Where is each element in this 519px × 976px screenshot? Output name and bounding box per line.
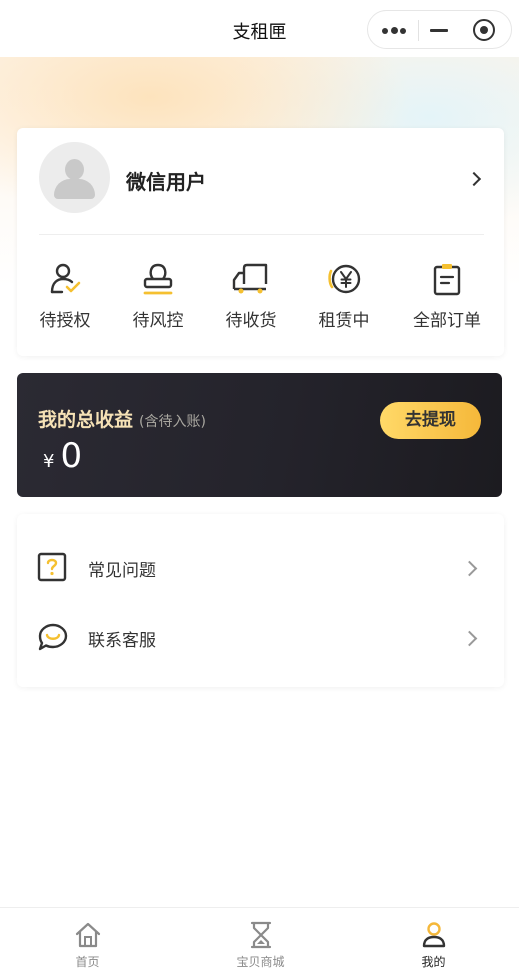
order-label: 全部订单 bbox=[413, 311, 481, 331]
menu-card: 常见问题 联系客服 bbox=[17, 514, 504, 687]
home-icon bbox=[75, 922, 100, 948]
earnings-title-text: 我的总收益 bbox=[38, 409, 134, 431]
tab-label: 我的 bbox=[421, 955, 446, 969]
hourglass-icon bbox=[250, 921, 271, 949]
tab-home[interactable]: 首页 bbox=[1, 908, 174, 976]
truck-icon bbox=[232, 263, 268, 294]
chevron-right-icon[interactable] bbox=[466, 171, 482, 187]
tab-shop[interactable]: 宝贝商城 bbox=[174, 908, 347, 976]
earnings-value: 0 bbox=[60, 436, 83, 476]
order-label: 待授权 bbox=[39, 311, 91, 331]
order-label: 待风控 bbox=[132, 311, 184, 331]
tab-mine[interactable]: 我的 bbox=[347, 908, 519, 976]
chevron-right-icon bbox=[461, 560, 478, 577]
menu-item-label: 联系客服 bbox=[88, 631, 156, 651]
clipboard-icon bbox=[433, 264, 461, 296]
user-check-icon bbox=[50, 263, 81, 294]
order-pending-receipt[interactable]: 待收货 bbox=[206, 262, 296, 331]
menu-item-contact-support[interactable]: 联系客服 bbox=[17, 606, 504, 666]
capsule-divider bbox=[418, 20, 419, 41]
earnings-subtitle: (含待入账) bbox=[139, 414, 206, 430]
order-label: 租赁中 bbox=[318, 311, 370, 331]
menu-item-faq[interactable]: 常见问题 bbox=[17, 536, 504, 596]
user-name[interactable]: 微信用户 bbox=[126, 166, 206, 195]
earnings-card: 我的总收益 (含待入账) ¥0 去提现 bbox=[17, 373, 502, 497]
order-pending-risk[interactable]: 待风控 bbox=[113, 262, 203, 331]
stamp-icon bbox=[143, 263, 173, 295]
earnings-title: 我的总收益 (含待入账) bbox=[38, 405, 206, 432]
minimize-icon[interactable] bbox=[430, 29, 448, 32]
question-icon bbox=[37, 552, 67, 582]
divider bbox=[39, 234, 484, 235]
close-target-icon[interactable] bbox=[473, 19, 495, 41]
currency-symbol: ¥ bbox=[43, 451, 55, 472]
chat-icon bbox=[38, 623, 68, 651]
avatar[interactable] bbox=[39, 142, 110, 213]
yen-coin-icon bbox=[328, 264, 361, 294]
order-all[interactable]: 全部订单 bbox=[402, 262, 492, 331]
order-pending-auth[interactable]: 待授权 bbox=[20, 262, 110, 331]
user-card: 微信用户 待授权 待风控 待收货 租赁中 全部订单 bbox=[17, 128, 504, 356]
withdraw-button[interactable]: 去提现 bbox=[380, 402, 481, 439]
menu-item-label: 常见问题 bbox=[88, 561, 156, 581]
more-icon[interactable] bbox=[382, 27, 406, 35]
tab-bar: 首页 宝贝商城 我的 bbox=[0, 907, 519, 976]
order-renting[interactable]: 租赁中 bbox=[299, 262, 389, 331]
user-icon bbox=[422, 922, 445, 948]
order-label: 待收货 bbox=[225, 311, 277, 331]
earnings-amount: ¥0 bbox=[43, 436, 82, 476]
mini-program-capsule bbox=[367, 10, 512, 49]
chevron-right-icon bbox=[461, 630, 478, 647]
tab-label: 首页 bbox=[75, 955, 100, 969]
tab-label: 宝贝商城 bbox=[236, 955, 285, 969]
navigation-bar: 支租匣 bbox=[0, 0, 519, 57]
